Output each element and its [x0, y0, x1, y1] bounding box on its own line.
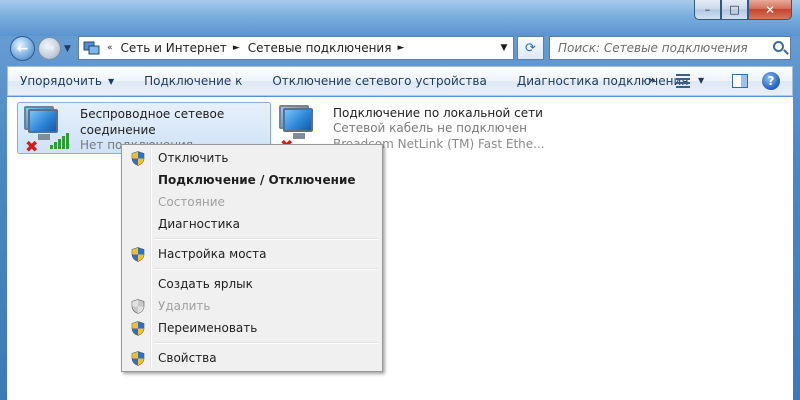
breadcrumb-separator[interactable]: ► [233, 43, 240, 53]
refresh-icon: ⟳ [525, 40, 536, 56]
back-button[interactable]: ← [10, 36, 35, 61]
caption-buttons: – □ ✕ [694, 0, 792, 20]
menu-item-label: Удалить [158, 299, 211, 313]
menu-separator [124, 339, 380, 347]
diagnose-button[interactable]: Диагностика подключения [517, 74, 689, 88]
menu-item-label: Переименовать [158, 321, 258, 335]
connect-to-label: Подключение к [144, 74, 243, 88]
connection-name: Подключение по локальной сети [333, 106, 543, 120]
network-folder-icon [83, 40, 101, 56]
breadcrumb-item[interactable]: Сеть и Интернет [121, 41, 227, 55]
menu-item-label: Диагностика [158, 217, 241, 231]
forward-arrow-icon: → [44, 41, 55, 56]
menu-separator [124, 265, 380, 273]
signal-bars-icon [50, 133, 69, 149]
wireless-adapter-icon: ✖ [24, 106, 69, 156]
search-placeholder: Поиск: Сетевые подключения [558, 41, 748, 55]
more-commands-button[interactable]: » [648, 73, 656, 87]
organize-button[interactable]: Упорядочить ▼ [20, 74, 114, 88]
uac-shield-icon [131, 151, 145, 166]
uac-shield-icon [131, 321, 145, 336]
connection-name: Беспроводное сетевое соединение [80, 107, 225, 137]
menu-item-label: Отключить [158, 151, 229, 165]
command-bar: Упорядочить ▼ Подключение к Отключение с… [7, 66, 793, 96]
breadcrumb-overflow[interactable]: « [107, 43, 113, 53]
menu-item[interactable]: Переименовать [124, 317, 380, 339]
disable-device-label: Отключение сетевого устройства [272, 74, 487, 88]
menu-item[interactable]: Настройка моста [124, 243, 380, 265]
help-button[interactable]: ? [762, 72, 780, 90]
close-button[interactable]: ✕ [748, 0, 792, 20]
close-icon: ✕ [764, 2, 776, 17]
menu-item[interactable]: Свойства [124, 347, 380, 369]
menu-item-label: Настройка моста [158, 247, 267, 261]
menu-item[interactable]: Отключить [124, 147, 380, 169]
menu-item[interactable]: Диагностика [124, 213, 380, 235]
maximize-button[interactable]: □ [721, 0, 748, 20]
address-bar[interactable]: « Сеть и Интернет ► Сетевые подключения … [78, 36, 514, 60]
menu-item-label: Состояние [158, 195, 225, 209]
preview-pane-icon[interactable] [732, 74, 748, 88]
minimize-icon: – [704, 3, 711, 16]
context-menu: Отключить Подключение / Отключение Состоян… [121, 144, 383, 372]
menu-item[interactable]: Подключение / Отключение [124, 169, 380, 191]
search-icon [773, 41, 784, 52]
refresh-button[interactable]: ⟳ [517, 36, 544, 60]
uac-shield-icon [131, 299, 145, 314]
connection-status: Сетевой кабель не подключен [333, 121, 527, 135]
title-bar[interactable] [0, 0, 800, 36]
diagnose-label: Диагностика подключения [516, 74, 689, 88]
menu-item: Состояние [124, 191, 380, 213]
navigation-bar: ← → ▼ « Сеть и Интернет ► Сетевые подклю… [0, 36, 800, 62]
connect-to-button[interactable]: Подключение к [144, 74, 242, 88]
search-input[interactable]: Поиск: Сетевые подключения [549, 36, 791, 60]
menu-item-label: Свойства [158, 351, 217, 365]
disconnected-x-icon: ✖ [25, 137, 39, 156]
forward-button[interactable]: → [38, 37, 61, 60]
menu-separator [124, 235, 380, 243]
maximize-icon: □ [729, 3, 740, 16]
recent-pages-dropdown[interactable]: ▼ [64, 44, 71, 54]
breadcrumb-separator[interactable]: ► [397, 43, 404, 53]
view-options-dropdown[interactable]: ▼ [698, 76, 704, 85]
menu-item: Удалить [124, 295, 380, 317]
uac-shield-icon [131, 351, 145, 366]
disable-device-button[interactable]: Отключение сетевого устройства [272, 74, 486, 88]
chevron-down-icon: ▼ [107, 76, 115, 86]
menu-item-label: Подключение / Отключение [158, 173, 356, 187]
organize-label: Упорядочить [20, 74, 102, 88]
change-view-icon[interactable] [676, 74, 690, 88]
uac-shield-icon [131, 247, 145, 262]
back-arrow-icon: ← [16, 40, 29, 57]
breadcrumb-item[interactable]: Сетевые подключения [248, 41, 392, 55]
minimize-button[interactable]: – [694, 0, 721, 20]
menu-item[interactable]: Создать ярлык [124, 273, 380, 295]
address-dropdown-icon[interactable]: ▼ [495, 37, 513, 59]
menu-item-label: Создать ярлык [158, 277, 253, 291]
